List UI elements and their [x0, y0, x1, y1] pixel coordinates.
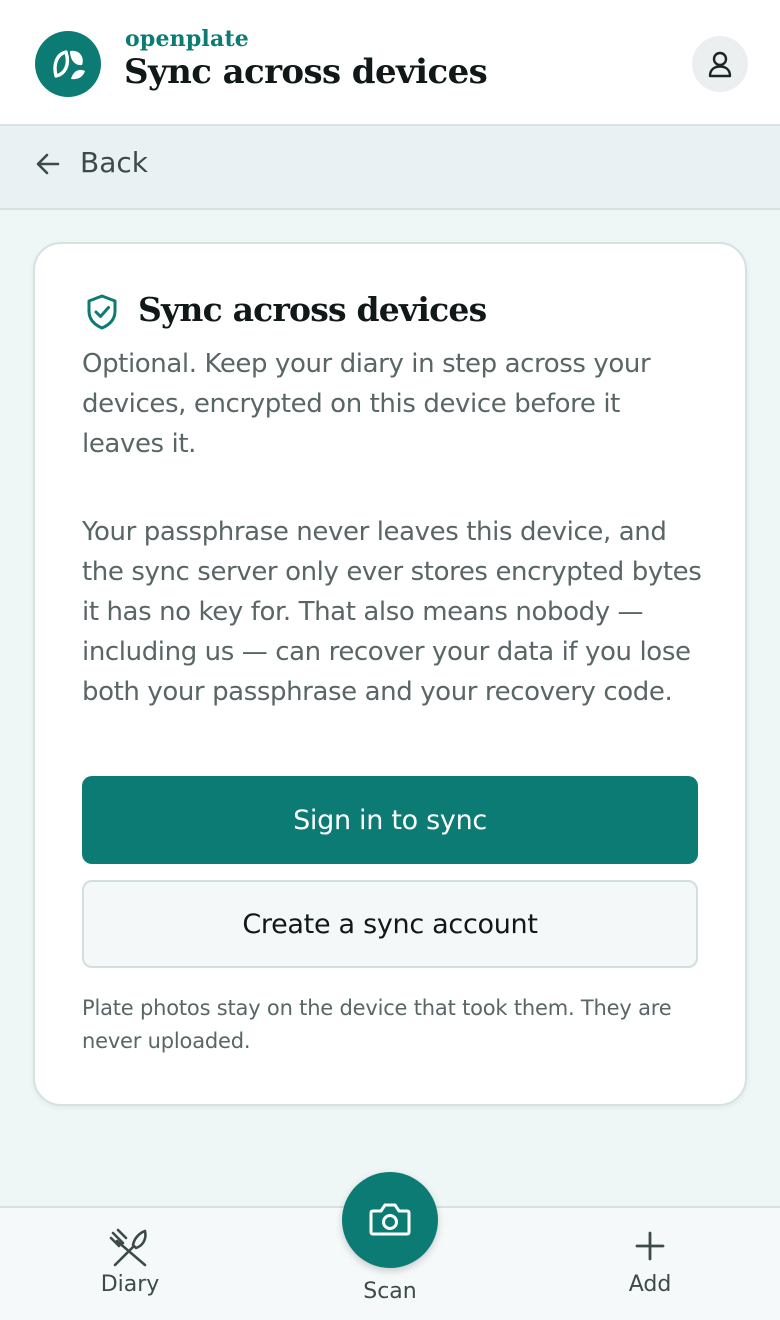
scan-button[interactable] — [342, 1172, 438, 1268]
nav-scan[interactable]: Scan — [330, 1279, 450, 1304]
intro-text: Optional. Keep your diary in step across… — [82, 349, 651, 459]
shield-check-icon — [87, 294, 117, 330]
user-icon — [708, 51, 732, 78]
back-link[interactable]: Back — [80, 146, 148, 179]
app-header: openplate Sync across devices — [0, 0, 780, 126]
create-account-button[interactable]: Create a sync account — [82, 880, 698, 968]
page-title: Sync across devices — [124, 52, 488, 92]
plus-icon[interactable] — [634, 1230, 666, 1262]
profile-button[interactable] — [692, 36, 748, 92]
brand-name: openplate — [125, 26, 250, 52]
privacy-text: Your passphrase never leaves this device… — [82, 517, 702, 707]
nav-diary[interactable]: Diary — [70, 1272, 190, 1297]
leaf-logo-icon — [35, 31, 101, 97]
nav-add[interactable]: Add — [590, 1272, 710, 1297]
arrow-left-icon[interactable] — [34, 150, 62, 178]
sign-in-button[interactable]: Sign in to sync — [82, 776, 698, 864]
fork-knife-icon[interactable] — [109, 1227, 151, 1267]
photo-note: Plate photos stay on the device that too… — [82, 996, 672, 1053]
camera-icon — [369, 1203, 411, 1236]
card-title: Sync across devices — [138, 290, 487, 329]
